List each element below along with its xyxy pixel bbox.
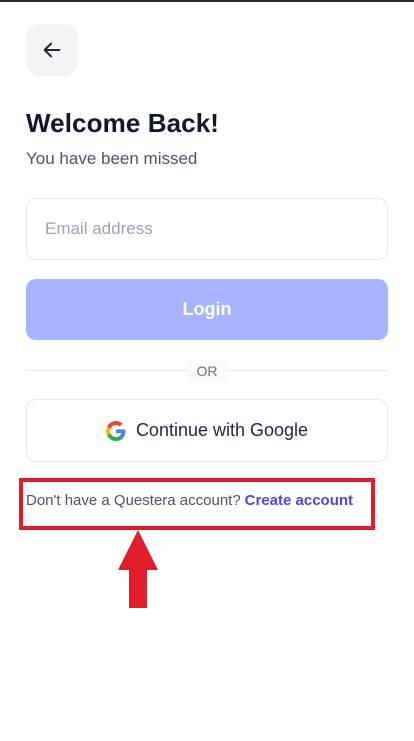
google-signin-button[interactable]: Continue with Google bbox=[26, 399, 388, 462]
page-subtitle: You have been missed bbox=[26, 149, 198, 168]
back-button[interactable] bbox=[26, 24, 78, 76]
google-icon bbox=[105, 420, 126, 441]
signup-prompt-text: Don't have a Questera account? bbox=[26, 492, 241, 509]
arrow-left-icon bbox=[43, 42, 61, 58]
page-title: Welcome Back! bbox=[26, 108, 220, 138]
signup-prompt: Don't have a Questera account? Create acc… bbox=[26, 492, 353, 509]
divider-label: OR bbox=[187, 360, 227, 382]
create-account-link[interactable]: Create account bbox=[245, 492, 353, 509]
up-arrow-icon bbox=[118, 530, 158, 608]
top-border bbox=[0, 0, 414, 2]
login-button[interactable]: Login bbox=[26, 279, 388, 340]
google-button-label: Continue with Google bbox=[135, 420, 309, 440]
email-field[interactable] bbox=[26, 198, 388, 260]
